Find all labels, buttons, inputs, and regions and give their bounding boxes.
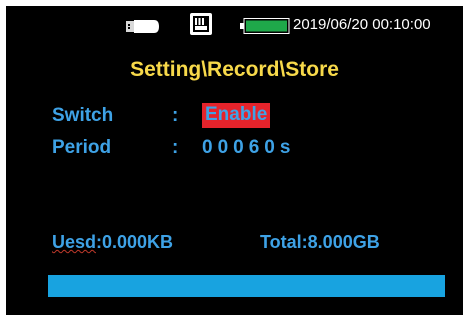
period-label: Period	[52, 137, 112, 158]
page-title: Setting\Record\Store	[130, 58, 339, 81]
usb-icon	[126, 20, 159, 33]
switch-separator: :	[172, 105, 179, 126]
total-storage: Total:8.000GB	[260, 232, 380, 252]
datetime: 2019/06/20 00:10:00	[293, 16, 431, 33]
status-bar: 2019/06/20 00:10:00	[6, 6, 463, 44]
device-screen: 2019/06/20 00:10:00 Setting\Record\Store…	[6, 6, 463, 315]
period-separator: :	[172, 137, 179, 158]
storage-progress-bar	[48, 275, 445, 297]
storage-progress-fill	[48, 275, 445, 297]
period-value[interactable]: 00060s	[202, 137, 295, 159]
total-storage-label: Total	[260, 232, 302, 252]
used-storage: Uesd:0.000KB	[52, 232, 174, 252]
switch-value[interactable]: Enable	[202, 103, 271, 128]
total-storage-value: 8.000GB	[307, 232, 380, 252]
battery-icon	[240, 18, 290, 34]
used-storage-value: 0.000KB	[102, 232, 174, 252]
used-storage-label: Uesd	[52, 232, 97, 252]
sd-card-icon	[190, 13, 212, 35]
switch-label: Switch	[52, 105, 114, 126]
